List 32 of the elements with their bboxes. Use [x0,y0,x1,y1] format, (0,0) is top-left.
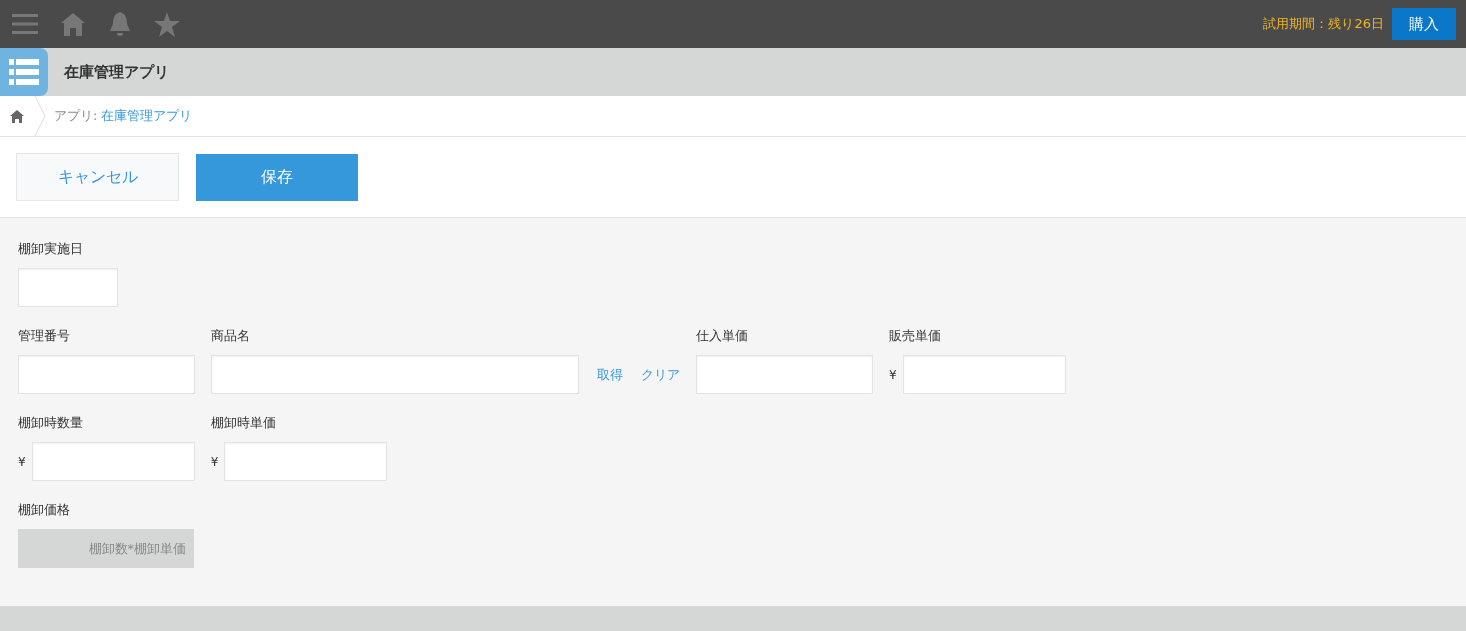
trial-period-text: 試用期間：残り26日 [1263,15,1384,33]
lookup-field[interactable] [211,355,579,394]
app-title: 在庫管理アプリ [64,62,169,82]
star-icon[interactable] [154,11,180,37]
field-label: 棚卸時数量 [18,414,84,432]
field-label: 管理番号 [18,327,71,345]
breadcrumb-label: アプリ: [54,107,98,125]
field-label: 棚卸実施日 [18,240,84,258]
field-label: 商品名 [211,327,251,345]
currency-symbol: ¥ [18,454,26,469]
purchase-button[interactable]: 購入 [1392,8,1456,40]
input-field[interactable] [18,355,195,394]
input-field[interactable] [902,355,1066,394]
input-field[interactable] [31,442,195,481]
home-icon[interactable] [10,109,24,123]
currency-symbol: ¥ [889,367,897,382]
input-field[interactable] [696,355,873,394]
field-label: 棚卸時単価 [210,414,277,432]
breadcrumb-link[interactable]: 在庫管理アプリ [101,107,193,125]
notification-bell-icon[interactable] [108,11,132,37]
save-button[interactable]: 保存 [196,153,358,201]
date-field[interactable] [18,268,118,307]
field-label: 仕入単価 [696,327,749,345]
field-label: 販売単価 [889,327,942,345]
cancel-button[interactable]: キャンセル [16,153,179,201]
menu-icon[interactable] [12,12,38,36]
input-field[interactable] [224,442,388,481]
lookup-link[interactable]: クリア [641,365,680,384]
currency-symbol: ¥ [210,454,219,469]
calculated-field: 棚卸数*棚卸単価 [18,529,194,568]
field-label: 棚卸価格 [18,501,71,519]
lookup-link[interactable]: 取得 [597,365,623,384]
